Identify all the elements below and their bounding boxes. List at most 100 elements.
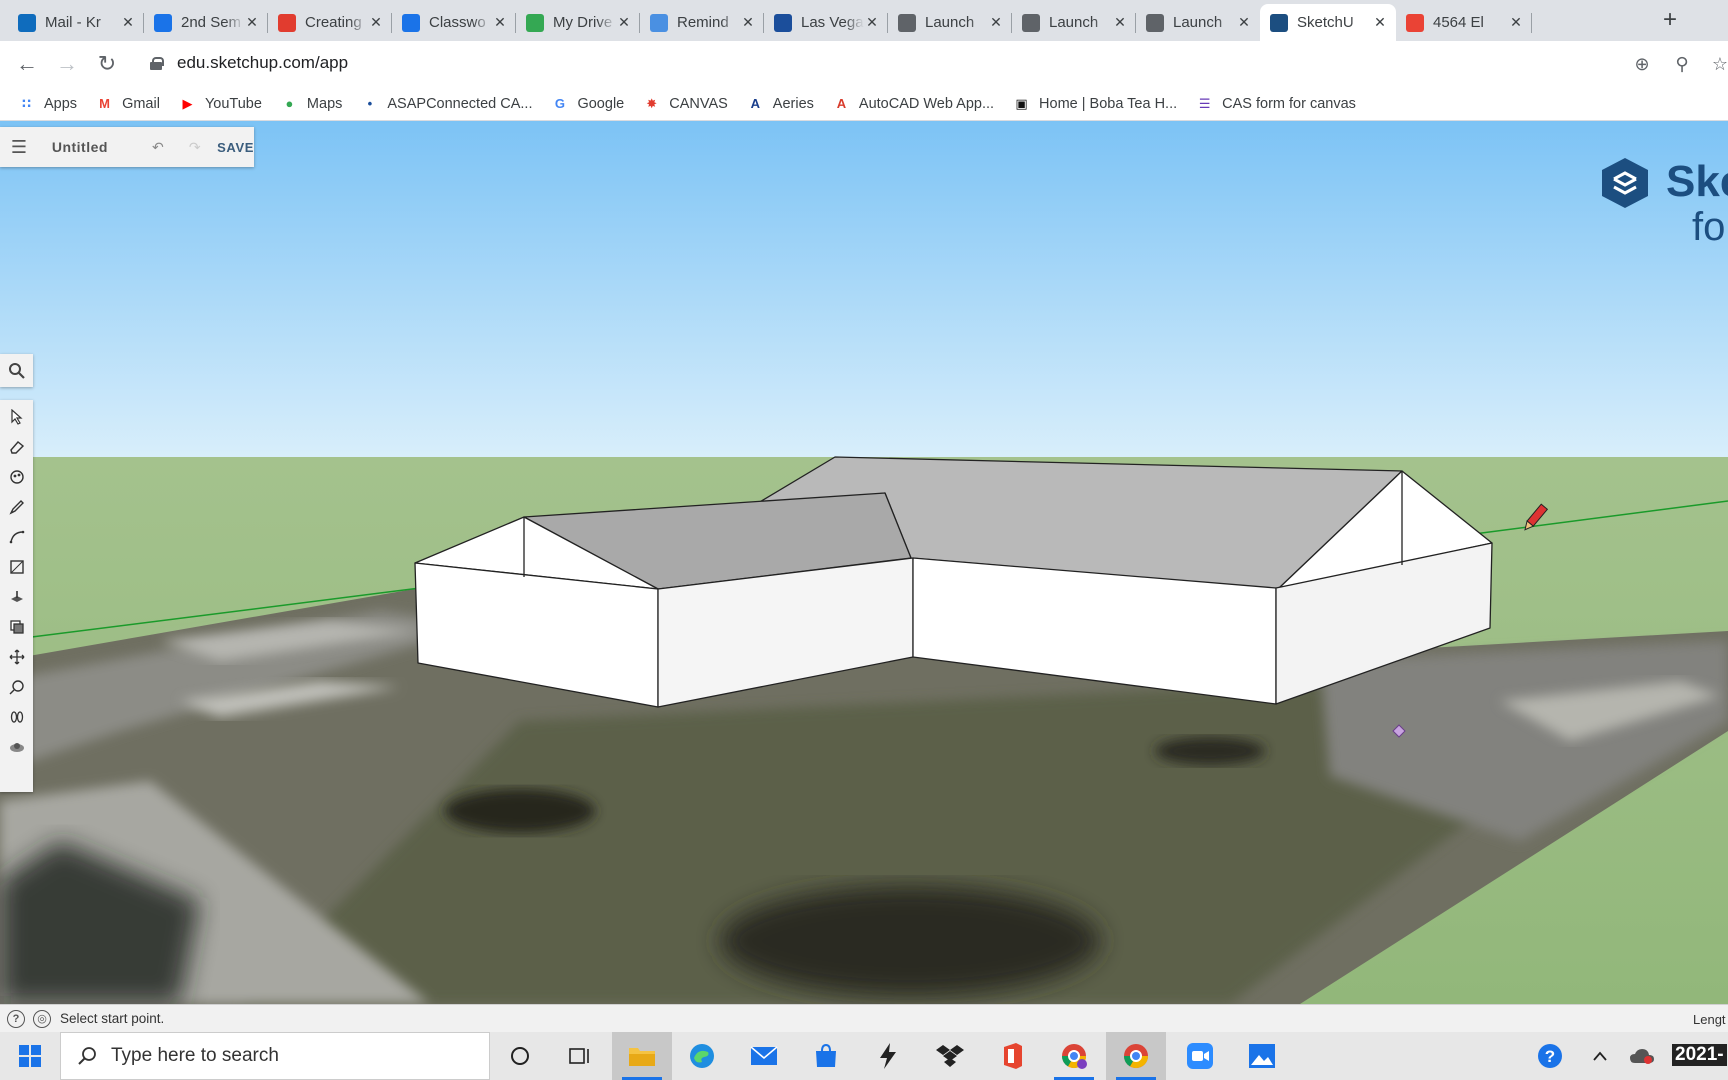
hamburger-menu-icon[interactable]: ☰ xyxy=(0,137,38,158)
zoom-taskbar-item[interactable] xyxy=(1170,1032,1230,1080)
bookmark-item[interactable]: • ASAPConnected CA... xyxy=(361,95,533,112)
tape-measure-tool[interactable] xyxy=(0,672,33,702)
browser-tab[interactable]: Creating ✕ xyxy=(268,4,392,41)
save-button[interactable]: SAVE xyxy=(217,140,254,155)
task-view-button[interactable] xyxy=(550,1032,610,1080)
browser-tab[interactable]: Las Vega ✕ xyxy=(764,4,888,41)
line-tool[interactable] xyxy=(0,492,33,522)
move-tool[interactable] xyxy=(0,642,33,672)
maps-pin-icon xyxy=(1406,13,1424,32)
arc-tool[interactable] xyxy=(0,522,33,552)
office-taskbar-item[interactable] xyxy=(982,1032,1042,1080)
bookmark-item[interactable]: A Aeries xyxy=(747,95,814,112)
help-taskbar-item[interactable]: ? xyxy=(1520,1032,1580,1080)
zoom-icon[interactable]: ⚲ xyxy=(1670,52,1694,76)
classroom-icon xyxy=(154,13,172,32)
bookmark-item[interactable]: ▶ YouTube xyxy=(179,95,262,112)
tab-title: Launch xyxy=(1173,14,1223,31)
brand-name: Ske xyxy=(1666,157,1728,206)
close-tab-icon[interactable]: ✕ xyxy=(616,14,632,31)
browser-tab[interactable]: 4564 El ✕ xyxy=(1396,4,1532,41)
install-app-icon[interactable]: ⊕ xyxy=(1630,52,1654,76)
new-tab-button[interactable]: + xyxy=(1656,6,1684,34)
walk-tool[interactable] xyxy=(0,702,33,732)
edge-taskbar-item[interactable] xyxy=(672,1032,732,1080)
maps-pin-icon: ● xyxy=(285,96,294,111)
taskbar-clock[interactable]: 2021- xyxy=(1672,1044,1727,1066)
close-tab-icon[interactable]: ✕ xyxy=(1236,14,1252,31)
bookmark-item[interactable]: ▣ Home | Boba Tea H... xyxy=(1013,95,1177,112)
close-tab-icon[interactable]: ✕ xyxy=(492,14,508,31)
classroom-icon xyxy=(402,13,420,32)
browser-tab[interactable]: Launch ✕ xyxy=(888,4,1012,41)
task-view-icon xyxy=(569,1048,589,1064)
3d-scene[interactable] xyxy=(0,121,1728,1004)
browser-tab[interactable]: 2nd Sem ✕ xyxy=(144,4,268,41)
close-tab-icon[interactable]: ✕ xyxy=(1372,14,1388,31)
bookmark-item[interactable]: ✸ CANVAS xyxy=(643,95,728,112)
push-pull-tool[interactable] xyxy=(0,582,33,612)
photos-taskbar-item[interactable] xyxy=(1232,1032,1292,1080)
tab-title: My Drive xyxy=(553,14,613,31)
back-button[interactable]: ← xyxy=(12,49,42,79)
eraser-tool[interactable] xyxy=(0,432,33,462)
svg-text:?: ? xyxy=(1545,1047,1555,1066)
bookmark-item[interactable]: ● Maps xyxy=(281,95,342,112)
chrome-taskbar-item[interactable] xyxy=(1106,1032,1166,1080)
sketchup-viewport[interactable]: ☰ Untitled ↶ ↷ SAVE Ske for S xyxy=(0,121,1728,1004)
forward-button[interactable]: → xyxy=(52,49,82,79)
browser-tab[interactable]: Remind ✕ xyxy=(640,4,764,41)
help-icon[interactable]: ? xyxy=(7,1009,25,1028)
autocad-taskbar-item[interactable] xyxy=(858,1032,918,1080)
bookmark-item[interactable]: ∷ Apps xyxy=(18,95,77,112)
close-tab-icon[interactable]: ✕ xyxy=(120,14,136,31)
file-explorer-taskbar-item[interactable] xyxy=(612,1032,672,1080)
cortana-button[interactable] xyxy=(490,1032,550,1080)
zoom-video-icon xyxy=(1187,1043,1213,1069)
close-tab-icon[interactable]: ✕ xyxy=(244,14,260,31)
close-tab-icon[interactable]: ✕ xyxy=(864,14,880,31)
file-name[interactable]: Untitled xyxy=(52,139,140,155)
bookmark-item[interactable]: G Google xyxy=(551,95,624,112)
close-tab-icon[interactable]: ✕ xyxy=(1508,14,1524,31)
bookmark-item[interactable]: A AutoCAD Web App... xyxy=(833,95,994,112)
chrome-profile-taskbar-item[interactable] xyxy=(1044,1032,1104,1080)
rectangle-tool[interactable] xyxy=(0,552,33,582)
cloud-icon xyxy=(1630,1049,1654,1064)
redo-icon[interactable]: ↷ xyxy=(176,139,213,156)
mail-taskbar-item[interactable] xyxy=(734,1032,794,1080)
bookmark-star-icon[interactable]: ☆ xyxy=(1708,52,1728,76)
bookmark-label: YouTube xyxy=(204,95,262,112)
close-tab-icon[interactable]: ✕ xyxy=(1112,14,1128,31)
browser-tab[interactable]: My Drive ✕ xyxy=(516,4,640,41)
browser-tab[interactable]: Launch ✕ xyxy=(1012,4,1136,41)
bookmark-label: Home | Boba Tea H... xyxy=(1039,95,1178,112)
orbit-tool[interactable] xyxy=(0,732,33,762)
store-taskbar-item[interactable] xyxy=(796,1032,856,1080)
bookmark-label: Google xyxy=(577,95,625,112)
close-tab-icon[interactable]: ✕ xyxy=(988,14,1004,31)
search-tool-button[interactable] xyxy=(0,354,33,387)
bookmark-item[interactable]: ☰ CAS form for canvas xyxy=(1196,95,1356,112)
close-tab-icon[interactable]: ✕ xyxy=(368,14,384,31)
show-hidden-icons-button[interactable] xyxy=(1580,1032,1620,1080)
onedrive-tray-item[interactable] xyxy=(1620,1032,1664,1080)
address-bar[interactable]: edu.sketchup.com/app xyxy=(140,45,1600,81)
undo-icon[interactable]: ↶ xyxy=(139,139,176,156)
reload-button[interactable]: ↻ xyxy=(92,49,122,79)
select-tool[interactable] xyxy=(0,402,33,432)
bookmark-item[interactable]: M Gmail xyxy=(96,95,160,112)
browser-tab[interactable]: Classwo ✕ xyxy=(392,4,516,41)
globe-icon[interactable]: ◎ xyxy=(33,1009,51,1028)
taskbar-search-box[interactable]: Type here to search xyxy=(60,1032,490,1080)
browser-tab[interactable]: Launch ✕ xyxy=(1136,4,1260,41)
dropbox-taskbar-item[interactable] xyxy=(920,1032,980,1080)
tab-title: 2nd Sem xyxy=(181,14,242,31)
close-tab-icon[interactable]: ✕ xyxy=(740,14,756,31)
browser-tab[interactable]: SketchU ✕ xyxy=(1260,4,1396,41)
offset-tool[interactable] xyxy=(0,612,33,642)
browser-tab[interactable]: Mail - Kr ✕ xyxy=(8,4,144,41)
paint-bucket-tool[interactable] xyxy=(0,462,33,492)
start-button[interactable] xyxy=(0,1032,60,1080)
eraser-icon xyxy=(9,441,24,454)
